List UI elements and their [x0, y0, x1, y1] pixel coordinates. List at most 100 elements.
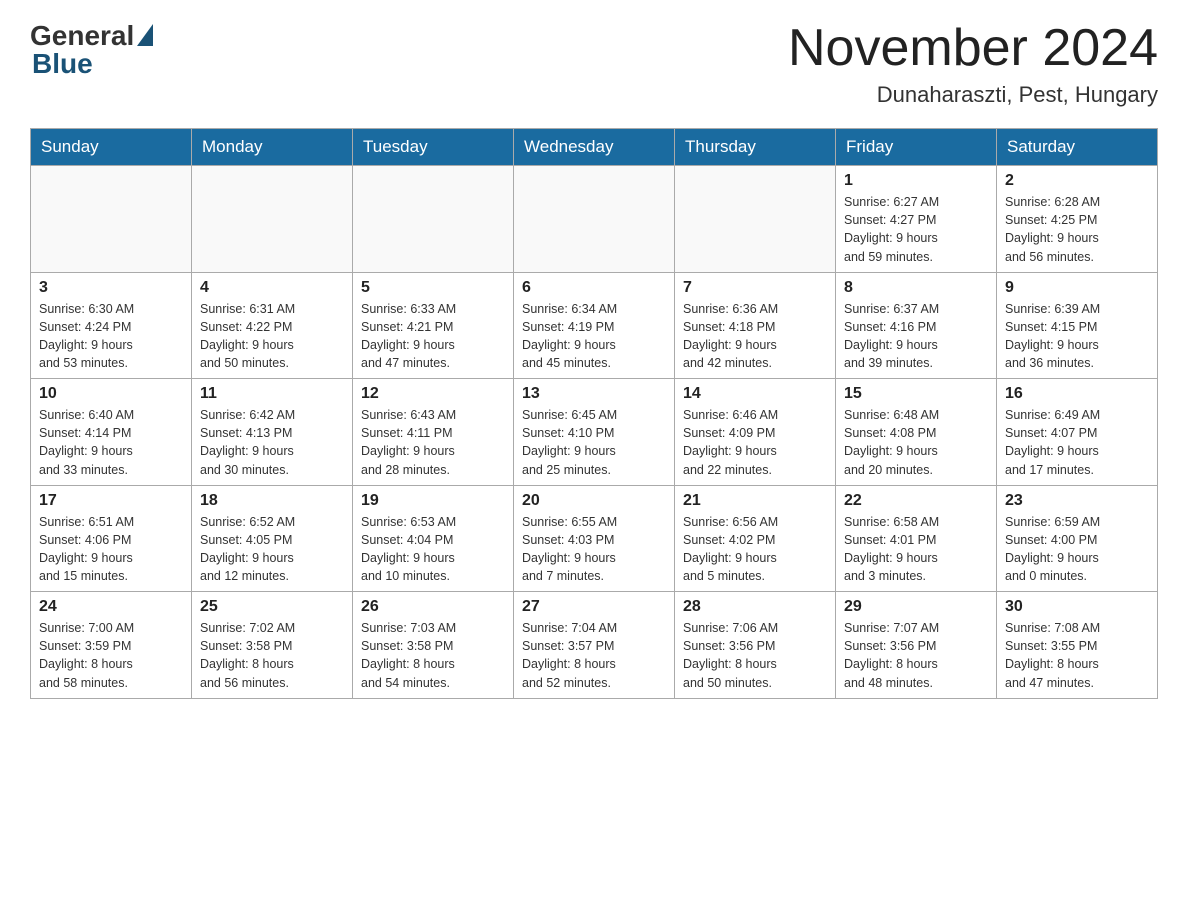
day-info: Sunrise: 6:45 AM Sunset: 4:10 PM Dayligh… [522, 406, 666, 479]
day-info: Sunrise: 6:31 AM Sunset: 4:22 PM Dayligh… [200, 300, 344, 373]
day-info: Sunrise: 6:34 AM Sunset: 4:19 PM Dayligh… [522, 300, 666, 373]
day-header-thursday: Thursday [675, 129, 836, 166]
month-title: November 2024 [788, 20, 1158, 77]
calendar-body: 1 Sunrise: 6:27 AM Sunset: 4:27 PM Daylig… [31, 166, 1158, 699]
day-number: 1 [844, 172, 988, 190]
calendar-week-1: 1 Sunrise: 6:27 AM Sunset: 4:27 PM Daylig… [31, 166, 1158, 273]
day-number: 3 [39, 279, 183, 297]
calendar-cell: 22 Sunrise: 6:58 AM Sunset: 4:01 PM Dayli… [836, 485, 997, 592]
calendar-cell: 15Sunrise: 6:48 AM Sunset: 4:08 PM Dayli… [836, 379, 997, 486]
calendar-cell: 7 Sunrise: 6:36 AM Sunset: 4:18 PM Daylig… [675, 272, 836, 379]
day-info: Sunrise: 6:28 AM Sunset: 4:25 PM Dayligh… [1005, 193, 1149, 266]
calendar-week-4: 17 Sunrise: 6:51 AM Sunset: 4:06 PM Dayli… [31, 485, 1158, 592]
day-number: 24 [39, 598, 183, 616]
calendar-week-3: 10 Sunrise: 6:40 AM Sunset: 4:14 PM Dayli… [31, 379, 1158, 486]
calendar-cell: 28 Sunrise: 7:06 AM Sunset: 3:56 PM Dayli… [675, 592, 836, 699]
day-info: Sunrise: 6:30 AM Sunset: 4:24 PM Dayligh… [39, 300, 183, 373]
calendar-week-2: 3 Sunrise: 6:30 AM Sunset: 4:24 PM Daylig… [31, 272, 1158, 379]
day-info: Sunrise: 6:59 AM Sunset: 4:00 PM Dayligh… [1005, 513, 1149, 586]
day-number: 17 [39, 492, 183, 510]
day-number: 4 [200, 279, 344, 297]
day-number: 13 [522, 385, 666, 403]
calendar-cell: 18Sunrise: 6:52 AM Sunset: 4:05 PM Dayli… [192, 485, 353, 592]
day-info: Sunrise: 6:56 AM Sunset: 4:02 PM Dayligh… [683, 513, 827, 586]
day-header-sunday: Sunday [31, 129, 192, 166]
day-header-wednesday: Wednesday [514, 129, 675, 166]
calendar-cell: 12 Sunrise: 6:43 AM Sunset: 4:11 PM Dayli… [353, 379, 514, 486]
calendar-cell [353, 166, 514, 273]
calendar-cell: 20Sunrise: 6:55 AM Sunset: 4:03 PM Dayli… [514, 485, 675, 592]
day-info: Sunrise: 6:58 AM Sunset: 4:01 PM Dayligh… [844, 513, 988, 586]
day-info: Sunrise: 7:00 AM Sunset: 3:59 PM Dayligh… [39, 619, 183, 692]
logo-blue-text: Blue [32, 48, 93, 80]
calendar-table: SundayMondayTuesdayWednesdayThursdayFrid… [30, 128, 1158, 699]
calendar-cell: 27 Sunrise: 7:04 AM Sunset: 3:57 PM Dayli… [514, 592, 675, 699]
calendar-cell [31, 166, 192, 273]
day-info: Sunrise: 6:43 AM Sunset: 4:11 PM Dayligh… [361, 406, 505, 479]
day-number: 29 [844, 598, 988, 616]
day-info: Sunrise: 6:42 AM Sunset: 4:13 PM Dayligh… [200, 406, 344, 479]
calendar-cell [675, 166, 836, 273]
day-number: 7 [683, 279, 827, 297]
title-area: November 2024 Dunaharaszti, Pest, Hungar… [788, 20, 1158, 108]
calendar-cell: 2Sunrise: 6:28 AM Sunset: 4:25 PM Daylig… [997, 166, 1158, 273]
day-info: Sunrise: 7:03 AM Sunset: 3:58 PM Dayligh… [361, 619, 505, 692]
day-info: Sunrise: 6:36 AM Sunset: 4:18 PM Dayligh… [683, 300, 827, 373]
location-text: Dunaharaszti, Pest, Hungary [788, 82, 1158, 108]
calendar-cell: 3 Sunrise: 6:30 AM Sunset: 4:24 PM Daylig… [31, 272, 192, 379]
day-header-monday: Monday [192, 129, 353, 166]
day-number: 21 [683, 492, 827, 510]
day-number: 20 [522, 492, 666, 510]
day-info: Sunrise: 6:27 AM Sunset: 4:27 PM Dayligh… [844, 193, 988, 266]
day-info: Sunrise: 7:06 AM Sunset: 3:56 PM Dayligh… [683, 619, 827, 692]
day-info: Sunrise: 6:48 AM Sunset: 4:08 PM Dayligh… [844, 406, 988, 479]
calendar-cell: 1 Sunrise: 6:27 AM Sunset: 4:27 PM Daylig… [836, 166, 997, 273]
day-number: 23 [1005, 492, 1149, 510]
day-number: 8 [844, 279, 988, 297]
day-info: Sunrise: 7:02 AM Sunset: 3:58 PM Dayligh… [200, 619, 344, 692]
day-info: Sunrise: 6:37 AM Sunset: 4:16 PM Dayligh… [844, 300, 988, 373]
day-info: Sunrise: 6:39 AM Sunset: 4:15 PM Dayligh… [1005, 300, 1149, 373]
day-number: 22 [844, 492, 988, 510]
day-info: Sunrise: 7:07 AM Sunset: 3:56 PM Dayligh… [844, 619, 988, 692]
calendar-cell: 10 Sunrise: 6:40 AM Sunset: 4:14 PM Dayli… [31, 379, 192, 486]
calendar-cell: 23 Sunrise: 6:59 AM Sunset: 4:00 PM Dayli… [997, 485, 1158, 592]
day-info: Sunrise: 6:51 AM Sunset: 4:06 PM Dayligh… [39, 513, 183, 586]
day-number: 16 [1005, 385, 1149, 403]
calendar-cell: 9 Sunrise: 6:39 AM Sunset: 4:15 PM Daylig… [997, 272, 1158, 379]
day-number: 12 [361, 385, 505, 403]
day-number: 19 [361, 492, 505, 510]
day-info: Sunrise: 6:53 AM Sunset: 4:04 PM Dayligh… [361, 513, 505, 586]
day-number: 9 [1005, 279, 1149, 297]
day-number: 27 [522, 598, 666, 616]
calendar-cell [192, 166, 353, 273]
day-number: 10 [39, 385, 183, 403]
day-info: Sunrise: 6:33 AM Sunset: 4:21 PM Dayligh… [361, 300, 505, 373]
day-number: 5 [361, 279, 505, 297]
day-number: 11 [200, 385, 344, 403]
day-info: Sunrise: 6:46 AM Sunset: 4:09 PM Dayligh… [683, 406, 827, 479]
calendar-cell [514, 166, 675, 273]
day-info: Sunrise: 6:49 AM Sunset: 4:07 PM Dayligh… [1005, 406, 1149, 479]
calendar-cell: 5 Sunrise: 6:33 AM Sunset: 4:21 PM Daylig… [353, 272, 514, 379]
logo-triangle-icon [137, 24, 153, 46]
calendar-cell: 14 Sunrise: 6:46 AM Sunset: 4:09 PM Dayli… [675, 379, 836, 486]
day-number: 18 [200, 492, 344, 510]
day-number: 28 [683, 598, 827, 616]
logo: General Blue [30, 20, 153, 80]
calendar-cell: 6 Sunrise: 6:34 AM Sunset: 4:19 PM Daylig… [514, 272, 675, 379]
calendar-cell: 21 Sunrise: 6:56 AM Sunset: 4:02 PM Dayli… [675, 485, 836, 592]
day-number: 6 [522, 279, 666, 297]
header-row: SundayMondayTuesdayWednesdayThursdayFrid… [31, 129, 1158, 166]
day-info: Sunrise: 7:08 AM Sunset: 3:55 PM Dayligh… [1005, 619, 1149, 692]
calendar-cell: 13 Sunrise: 6:45 AM Sunset: 4:10 PM Dayli… [514, 379, 675, 486]
day-number: 14 [683, 385, 827, 403]
calendar-cell: 19 Sunrise: 6:53 AM Sunset: 4:04 PM Dayli… [353, 485, 514, 592]
calendar-cell: 30Sunrise: 7:08 AM Sunset: 3:55 PM Dayli… [997, 592, 1158, 699]
day-info: Sunrise: 6:40 AM Sunset: 4:14 PM Dayligh… [39, 406, 183, 479]
calendar-cell: 16 Sunrise: 6:49 AM Sunset: 4:07 PM Dayli… [997, 379, 1158, 486]
day-info: Sunrise: 7:04 AM Sunset: 3:57 PM Dayligh… [522, 619, 666, 692]
calendar-cell: 24 Sunrise: 7:00 AM Sunset: 3:59 PM Dayli… [31, 592, 192, 699]
day-header-saturday: Saturday [997, 129, 1158, 166]
page-header: General Blue November 2024 Dunaharaszti,… [30, 20, 1158, 108]
